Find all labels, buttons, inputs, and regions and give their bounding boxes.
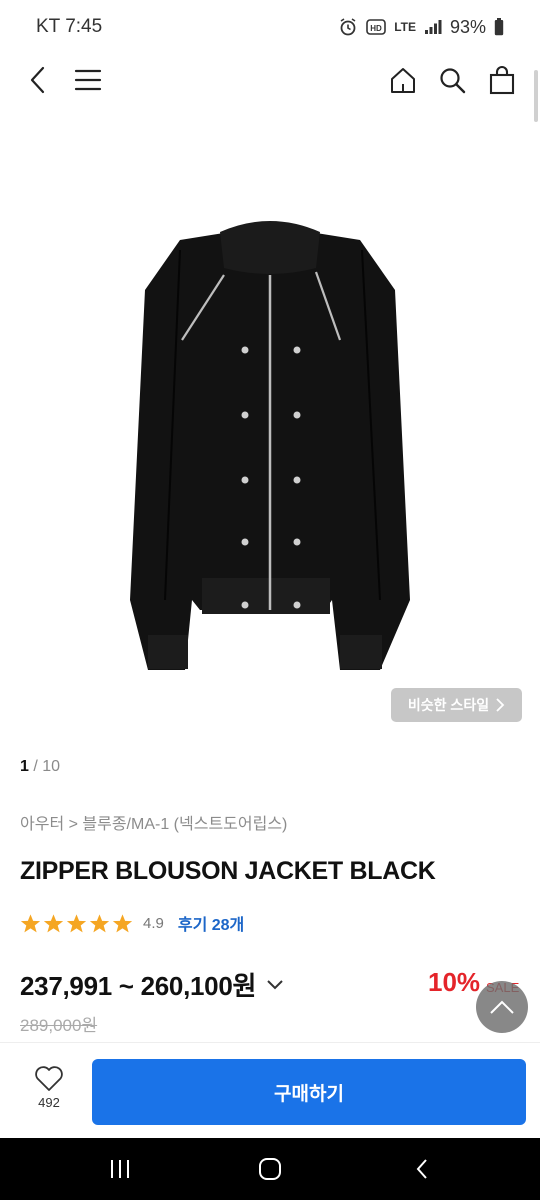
rating-row: 4.9 후기 28개: [20, 910, 244, 936]
alarm-icon: [338, 17, 358, 37]
jacket-image: [130, 221, 410, 670]
search-button[interactable]: [434, 62, 470, 98]
battery-percent: 93%: [449, 16, 486, 37]
discount-rate: 10%: [428, 967, 481, 997]
chevron-up-icon: [490, 1000, 514, 1014]
similar-style-label: 비슷한 스타일: [407, 697, 490, 713]
scroll-to-top-button[interactable]: [476, 981, 528, 1033]
back-nav-button[interactable]: [402, 1153, 442, 1185]
original-price: 289,000원: [20, 1016, 98, 1035]
similar-style-button[interactable]: 비슷한 스타일: [391, 688, 522, 722]
bottom-action-bar: 492 구매하기: [0, 1042, 540, 1138]
cart-button[interactable]: [484, 62, 520, 98]
carrier-time: KT 7:45: [36, 16, 103, 37]
star-icon: [112, 913, 133, 932]
search-icon: [440, 68, 466, 94]
pager-separator: /: [28, 758, 43, 775]
image-pager: 1 / 10: [20, 758, 60, 776]
menu-button[interactable]: [70, 62, 106, 98]
star-icon: [20, 913, 41, 932]
breadcrumb[interactable]: 아우터 > 블루종/MA-1 (넥스트도어립스): [20, 810, 287, 834]
status-bar: KT 7:45 HD LTE 93%: [0, 0, 540, 54]
page-scrollbar[interactable]: [534, 70, 538, 122]
price-range-text: 237,991 ~ 260,100원: [20, 971, 257, 1001]
cart-icon: [489, 66, 515, 95]
product-title: ZIPPER BLOUSON JACKET BLACK: [20, 857, 436, 885]
like-button[interactable]: 492: [20, 1065, 78, 1121]
home-nav-button[interactable]: [250, 1153, 290, 1185]
pager-current: 1: [20, 758, 29, 775]
recent-apps-icon: [111, 1160, 129, 1178]
product-image[interactable]: [0, 130, 540, 730]
chevron-right-icon: [496, 698, 505, 712]
system-navigation-bar: [0, 1138, 540, 1200]
pager-total: 10: [42, 758, 61, 775]
signal-icon: [424, 17, 442, 37]
home-button[interactable]: [385, 62, 421, 98]
back-nav-icon: [416, 1159, 427, 1179]
chevron-down-icon: [266, 979, 284, 991]
battery-icon: [494, 17, 504, 37]
review-link[interactable]: 후기 28개: [178, 911, 244, 935]
back-button[interactable]: [20, 62, 56, 98]
buy-button[interactable]: 구매하기: [92, 1059, 526, 1125]
lte-icon: LTE: [394, 20, 416, 34]
top-navigation: [0, 54, 540, 106]
status-icons: HD LTE 93%: [338, 17, 504, 38]
home-nav-icon: [259, 1158, 281, 1180]
home-icon: [391, 68, 415, 93]
rating-value: 4.9: [143, 914, 164, 932]
hd-icon: HD: [366, 17, 386, 37]
rating-stars: [20, 913, 133, 934]
menu-icon: [74, 69, 102, 91]
star-icon: [43, 913, 64, 932]
like-count: 492: [38, 1095, 60, 1110]
svg-text:HD: HD: [370, 24, 382, 33]
star-icon: [66, 913, 87, 932]
heart-icon: [35, 1066, 63, 1091]
price-range[interactable]: 237,991 ~ 260,100원: [20, 966, 284, 1003]
star-icon: [89, 913, 110, 932]
back-icon: [30, 66, 45, 94]
recent-apps-button[interactable]: [100, 1153, 140, 1185]
